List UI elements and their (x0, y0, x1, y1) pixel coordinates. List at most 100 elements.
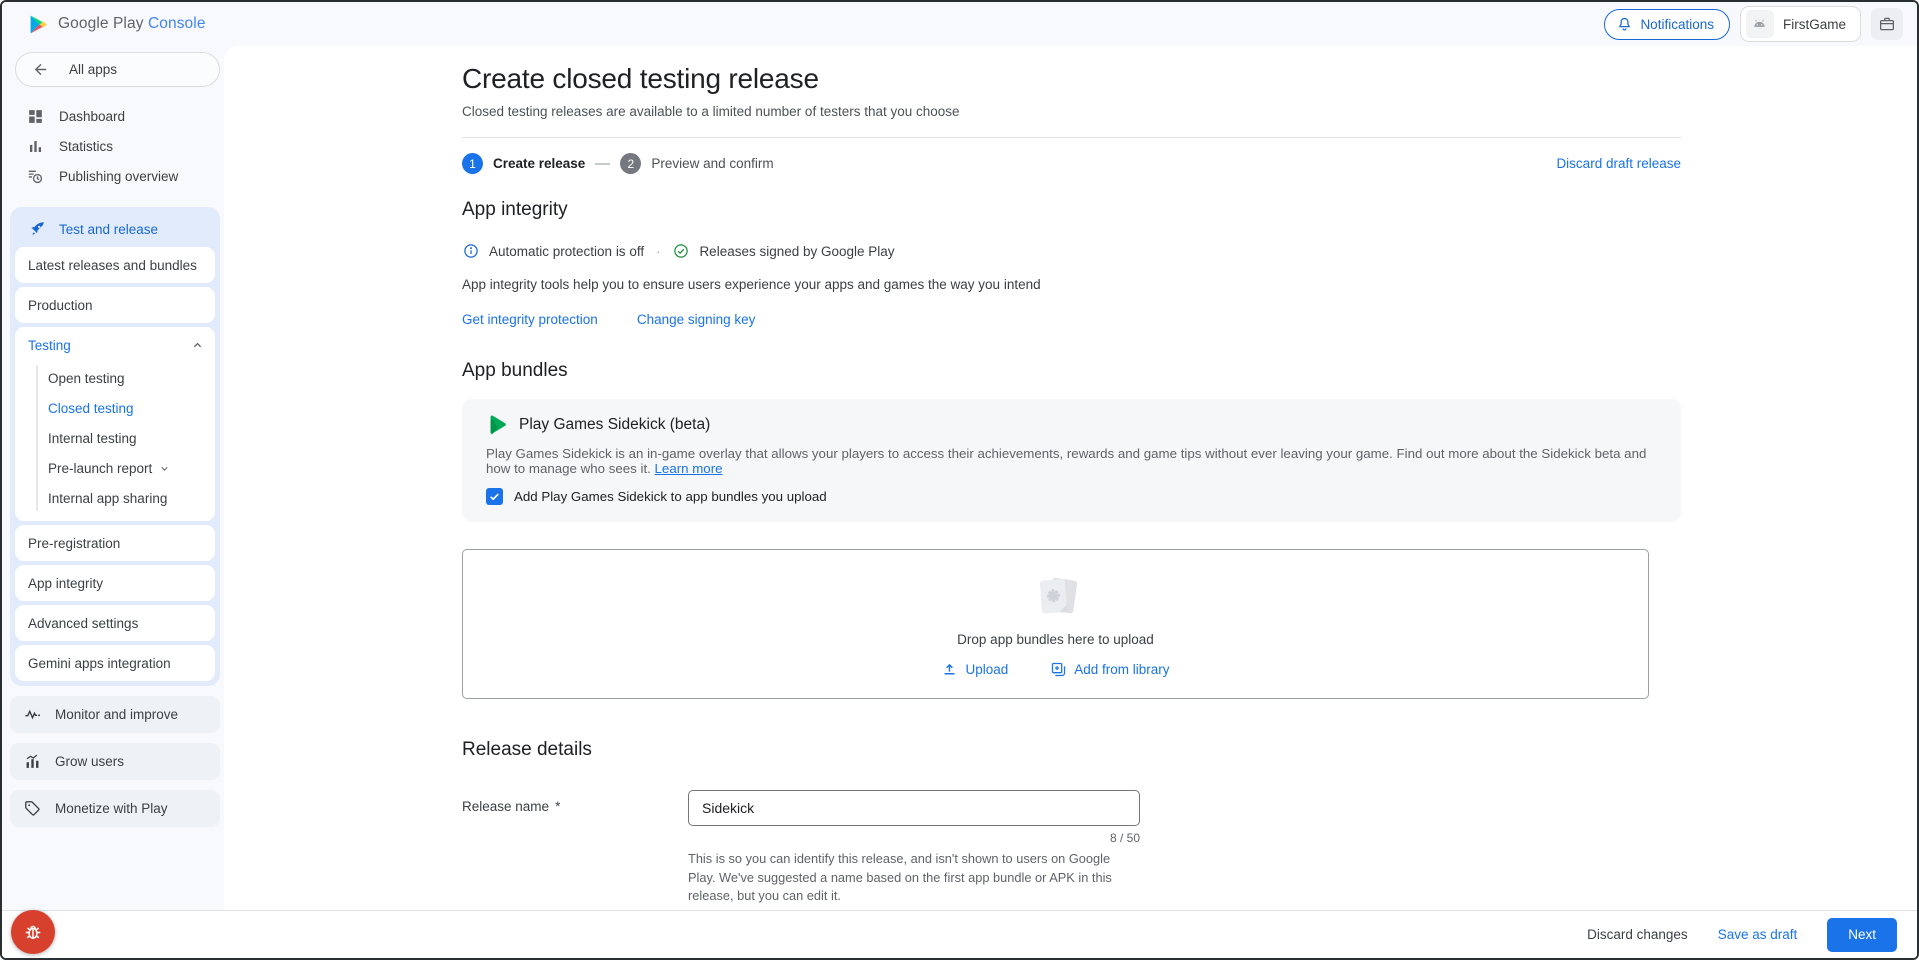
sidebar-item-label: Statistics (59, 139, 113, 154)
step-create-release[interactable]: 1 Create release (462, 153, 585, 174)
sidebar-item-production[interactable]: Production (15, 287, 215, 323)
toolbox-button[interactable] (1871, 8, 1903, 40)
sidebar: All apps Dashboard Statistics (2, 46, 224, 960)
sidebar-item-pre-registration[interactable]: Pre-registration (15, 525, 215, 561)
sidebar-item-monetize-with-play[interactable]: Monetize with Play (10, 790, 220, 827)
sidebar-item-test-and-release[interactable]: Test and release (15, 211, 215, 247)
upload-icon (941, 661, 958, 678)
save-as-draft-button[interactable]: Save as draft (1718, 927, 1798, 942)
sidebar-item-label: Dashboard (59, 109, 125, 124)
testing-card: Testing Open testing Closed testing Inte… (15, 327, 215, 521)
sidekick-title: Play Games Sidekick (beta) (519, 416, 710, 434)
sidebar-item-statistics[interactable]: Statistics (2, 131, 224, 161)
step-2-circle: 2 (620, 153, 641, 174)
bundle-stack-icon (1028, 570, 1084, 626)
sidebar-item-gemini-apps-integration[interactable]: Gemini apps integration (15, 645, 215, 681)
account-name: FirstGame (1783, 17, 1846, 32)
release-name-helper: This is so you can identify this release… (688, 850, 1140, 906)
rocket-icon (28, 220, 46, 238)
sidebar-item-label: Publishing overview (59, 169, 178, 184)
sidebar-item-label: Pre-launch report (48, 461, 152, 476)
sidebar-item-app-integrity[interactable]: App integrity (15, 565, 215, 601)
chevron-down-icon (158, 462, 171, 475)
sidebar-item-dashboard[interactable]: Dashboard (2, 101, 224, 131)
next-button[interactable]: Next (1827, 918, 1897, 952)
notifications-button[interactable]: Notifications (1604, 9, 1730, 40)
sidebar-item-latest-releases[interactable]: Latest releases and bundles (15, 247, 215, 283)
sidebar-item-label: Internal app sharing (48, 491, 167, 506)
grow-users-icon (23, 752, 42, 771)
all-apps-back-button[interactable]: All apps (15, 52, 220, 87)
status-separator: · (656, 244, 660, 259)
upload-button[interactable]: Upload (941, 661, 1008, 678)
add-from-library-label: Add from library (1074, 662, 1169, 677)
protection-status-text: Automatic protection is off (489, 244, 644, 259)
sidebar-item-label: Gemini apps integration (28, 656, 171, 671)
sidebar-item-label: Production (28, 298, 93, 313)
discard-changes-button[interactable]: Discard changes (1587, 927, 1688, 942)
dashboard-icon (26, 107, 45, 126)
step-preview-and-confirm[interactable]: 2 Preview and confirm (620, 153, 773, 174)
sidebar-item-internal-app-sharing[interactable]: Internal app sharing (15, 483, 215, 513)
publishing-overview-icon (26, 167, 45, 186)
sidebar-item-label: Internal testing (48, 431, 137, 446)
stepper: 1 Create release 2 Preview and confirm D… (462, 153, 1681, 174)
sidebar-item-label: Latest releases and bundles (28, 258, 197, 273)
sidebar-item-publishing-overview[interactable]: Publishing overview (2, 161, 224, 191)
integrity-description: App integrity tools help you to ensure u… (462, 277, 1681, 292)
play-games-sidekick-icon (486, 414, 507, 435)
stepper-connector (595, 163, 610, 165)
sidebar-item-internal-testing[interactable]: Internal testing (15, 423, 215, 453)
step-2-label: Preview and confirm (651, 156, 773, 171)
feedback-fab[interactable] (11, 910, 55, 954)
sidekick-checkbox-row[interactable]: Add Play Games Sidekick to app bundles y… (486, 488, 1657, 505)
step-1-label: Create release (493, 156, 585, 171)
sidebar-item-prelaunch-report[interactable]: Pre-launch report (15, 453, 215, 483)
release-name-label-text: Release name (462, 799, 549, 814)
sidekick-description: Play Games Sidekick is an in-game overla… (486, 446, 1657, 476)
google-play-console-logo[interactable]: Google Play Console (28, 14, 206, 35)
chevron-up-icon (190, 338, 205, 353)
sidebar-item-label: Testing (28, 338, 71, 353)
sidebar-item-label: Pre-registration (28, 536, 120, 551)
bug-icon (22, 921, 44, 943)
play-logo-icon (28, 14, 49, 35)
sidebar-item-grow-users[interactable]: Grow users (10, 743, 220, 780)
android-app-icon (1746, 10, 1774, 38)
sidekick-checkbox-label: Add Play Games Sidekick to app bundles y… (514, 489, 827, 504)
sidebar-item-advanced-settings[interactable]: Advanced settings (15, 605, 215, 641)
change-signing-key-link[interactable]: Change signing key (637, 312, 756, 327)
get-integrity-protection-link[interactable]: Get integrity protection (462, 312, 598, 327)
main-content: Create closed testing release Closed tes… (224, 46, 1917, 960)
sidekick-checkbox[interactable] (486, 488, 503, 505)
sidebar-item-testing[interactable]: Testing (15, 327, 215, 363)
app-integrity-heading: App integrity (462, 199, 1681, 221)
sidebar-item-monitor-and-improve[interactable]: Monitor and improve (10, 696, 220, 733)
add-from-library-button[interactable]: Add from library (1050, 661, 1169, 678)
learn-more-link[interactable]: Learn more (655, 461, 723, 476)
upload-label: Upload (965, 662, 1008, 677)
release-details-heading: Release details (462, 739, 1681, 761)
page-subtitle: Closed testing releases are available to… (462, 104, 1681, 119)
sidebar-group-label: Test and release (59, 222, 158, 237)
all-apps-label: All apps (69, 62, 117, 77)
sidebar-item-closed-testing[interactable]: Closed testing (15, 393, 215, 423)
sidebar-item-label: Grow users (55, 754, 124, 769)
app-selector[interactable]: FirstGame (1740, 6, 1861, 42)
notifications-label: Notifications (1640, 17, 1714, 32)
footer-action-bar: Discard changes Save as draft Next (2, 910, 1917, 958)
app-window: Google Play Console Notifications (0, 0, 1919, 960)
app-bundle-dropzone[interactable]: Drop app bundles here to upload Upload (462, 549, 1649, 699)
briefcase-icon (1878, 15, 1896, 33)
discard-draft-release-link[interactable]: Discard draft release (1556, 156, 1681, 171)
required-asterisk: * (555, 799, 560, 814)
monetize-tag-icon (23, 799, 42, 818)
dropzone-text: Drop app bundles here to upload (957, 632, 1154, 647)
sidebar-item-label: Advanced settings (28, 616, 138, 631)
sidebar-item-open-testing[interactable]: Open testing (15, 363, 215, 393)
sidebar-item-label: App integrity (28, 576, 103, 591)
back-arrow-icon (32, 61, 49, 78)
release-name-input[interactable] (688, 790, 1140, 826)
divider (462, 137, 1681, 138)
character-counter: 8 / 50 (688, 831, 1140, 845)
